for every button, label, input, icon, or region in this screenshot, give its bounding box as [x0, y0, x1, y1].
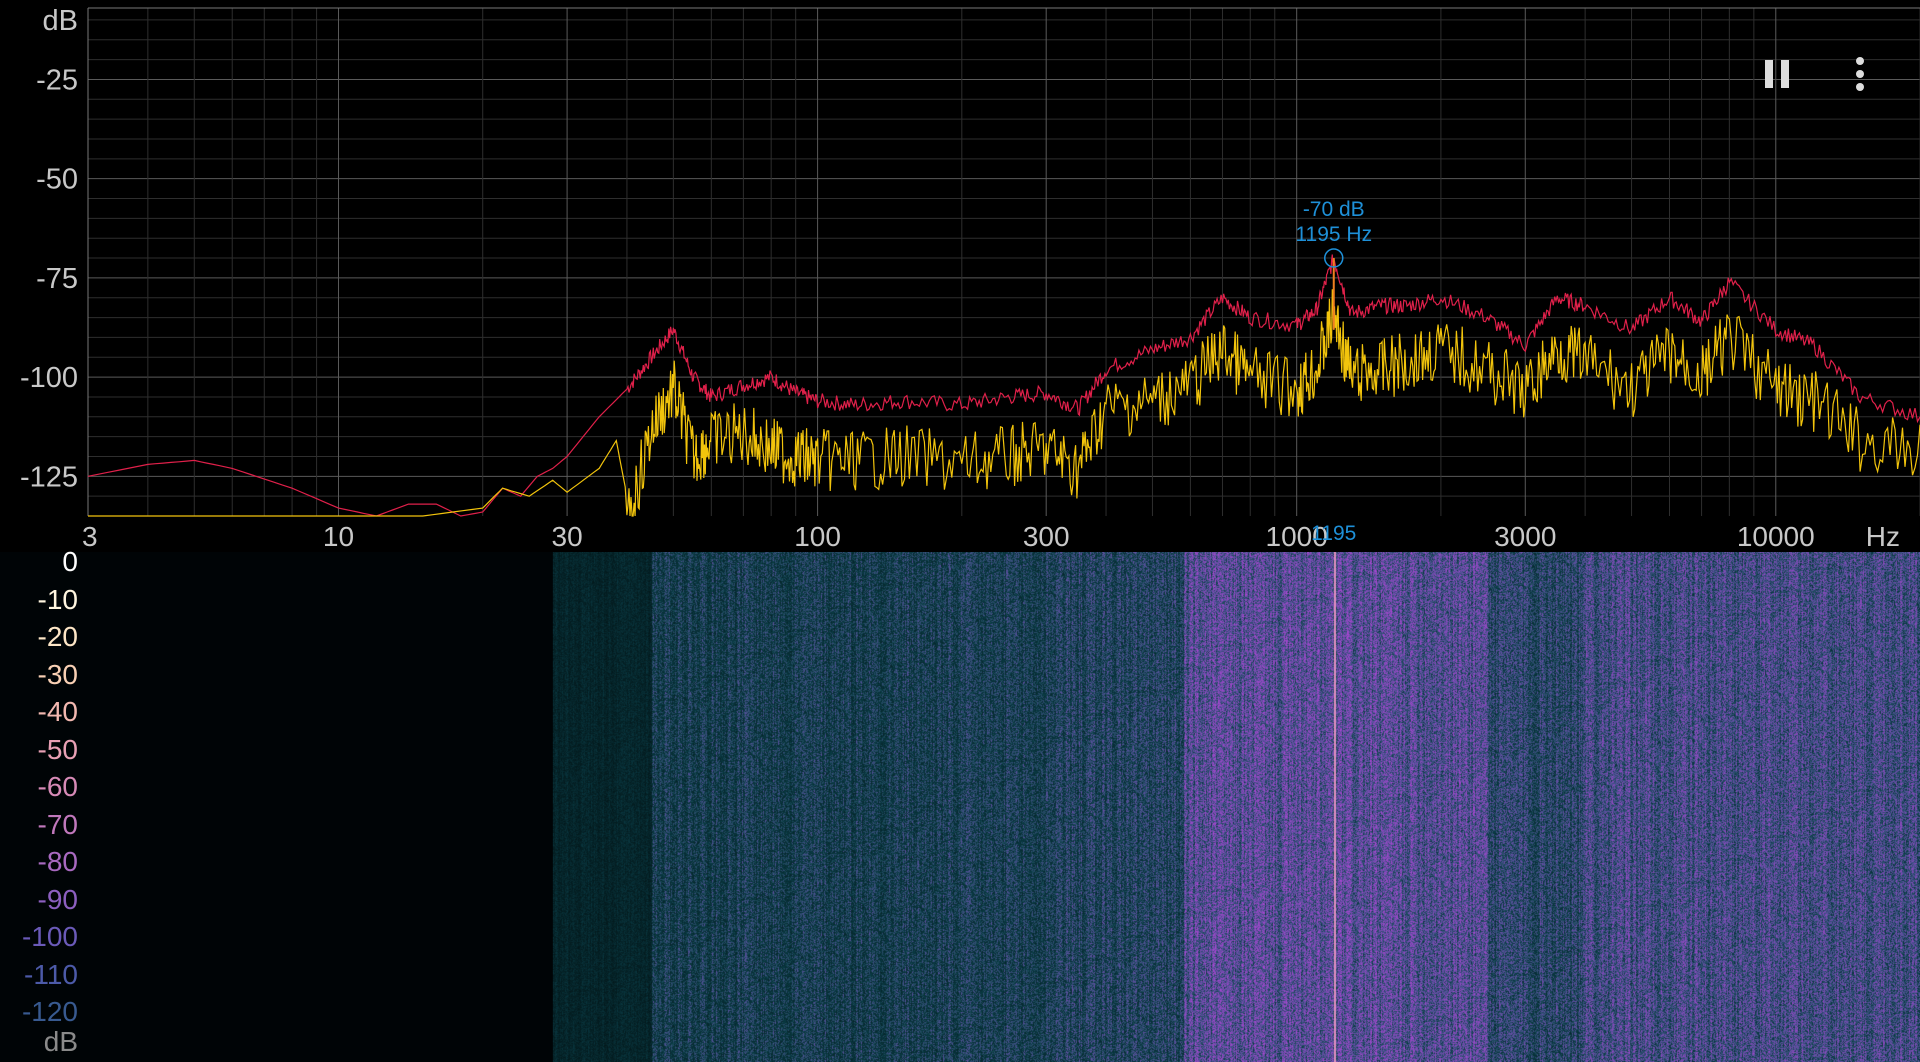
axis-ticks: dB-25-50-75-100-1253 10 30 100 300 1000 3000 10… — [20, 5, 1900, 552]
db-scale-label: 0 — [62, 546, 78, 577]
x-tick-label: 300 — [1023, 521, 1070, 552]
x-tick-label: 3 — [82, 521, 98, 552]
pause-button[interactable] — [1755, 52, 1799, 96]
spectrogram-canvas — [0, 552, 1920, 1062]
cursor-frequency-label: 1195 — [1311, 522, 1356, 545]
db-scale-unit: dB — [43, 1026, 78, 1057]
db-scale-label: -70 — [37, 808, 78, 840]
peak-hz-label: 1195 Hz — [1295, 223, 1372, 246]
x-tick-label: 100 — [794, 521, 841, 552]
x-tick-label: 30 — [552, 521, 583, 552]
pause-icon — [1765, 60, 1789, 88]
db-scale-label: -90 — [37, 883, 78, 915]
y-tick-label: dB — [43, 5, 78, 37]
y-tick-label: -125 — [20, 461, 78, 493]
db-scale-label: -80 — [37, 846, 78, 877]
db-scale-label: -40 — [37, 696, 78, 727]
chart-grid — [87, 7, 1920, 516]
more-menu-button[interactable] — [1838, 52, 1882, 96]
x-tick-label: 10000 — [1737, 521, 1815, 552]
db-scale-label: -60 — [37, 771, 78, 802]
more-vert-icon — [1856, 57, 1864, 91]
db-scale-label: -110 — [24, 958, 78, 990]
x-tick-label: 3000 — [1494, 521, 1556, 552]
x-tick-label: Hz — [1866, 521, 1900, 552]
waterfall-spectrogram: 0 -10 -20 -30 -40 -50 -60 -70 -80 -90 -100 -110 -120… — [0, 546, 1920, 1062]
y-tick-label: -75 — [36, 263, 78, 295]
db-scale-label: -100 — [21, 921, 78, 952]
peak-db-label: -70 dB — [1303, 198, 1365, 221]
spectrum-chart[interactable]: -70 dB1195 Hz dB-25-50-75-100-1253 10 30 10… — [0, 0, 1920, 552]
db-scale-label: -30 — [37, 658, 78, 690]
y-tick-label: -25 — [36, 64, 78, 96]
db-scale-label: -120 — [21, 996, 78, 1027]
y-tick-label: -100 — [20, 362, 78, 394]
db-scale-label: -20 — [37, 621, 78, 652]
x-tick-label: 10 — [323, 521, 354, 552]
spectrum-line — [88, 289, 1920, 517]
db-scale-label: -10 — [37, 583, 78, 615]
db-scale-label: -50 — [37, 733, 78, 765]
y-tick-label: -50 — [36, 164, 78, 196]
